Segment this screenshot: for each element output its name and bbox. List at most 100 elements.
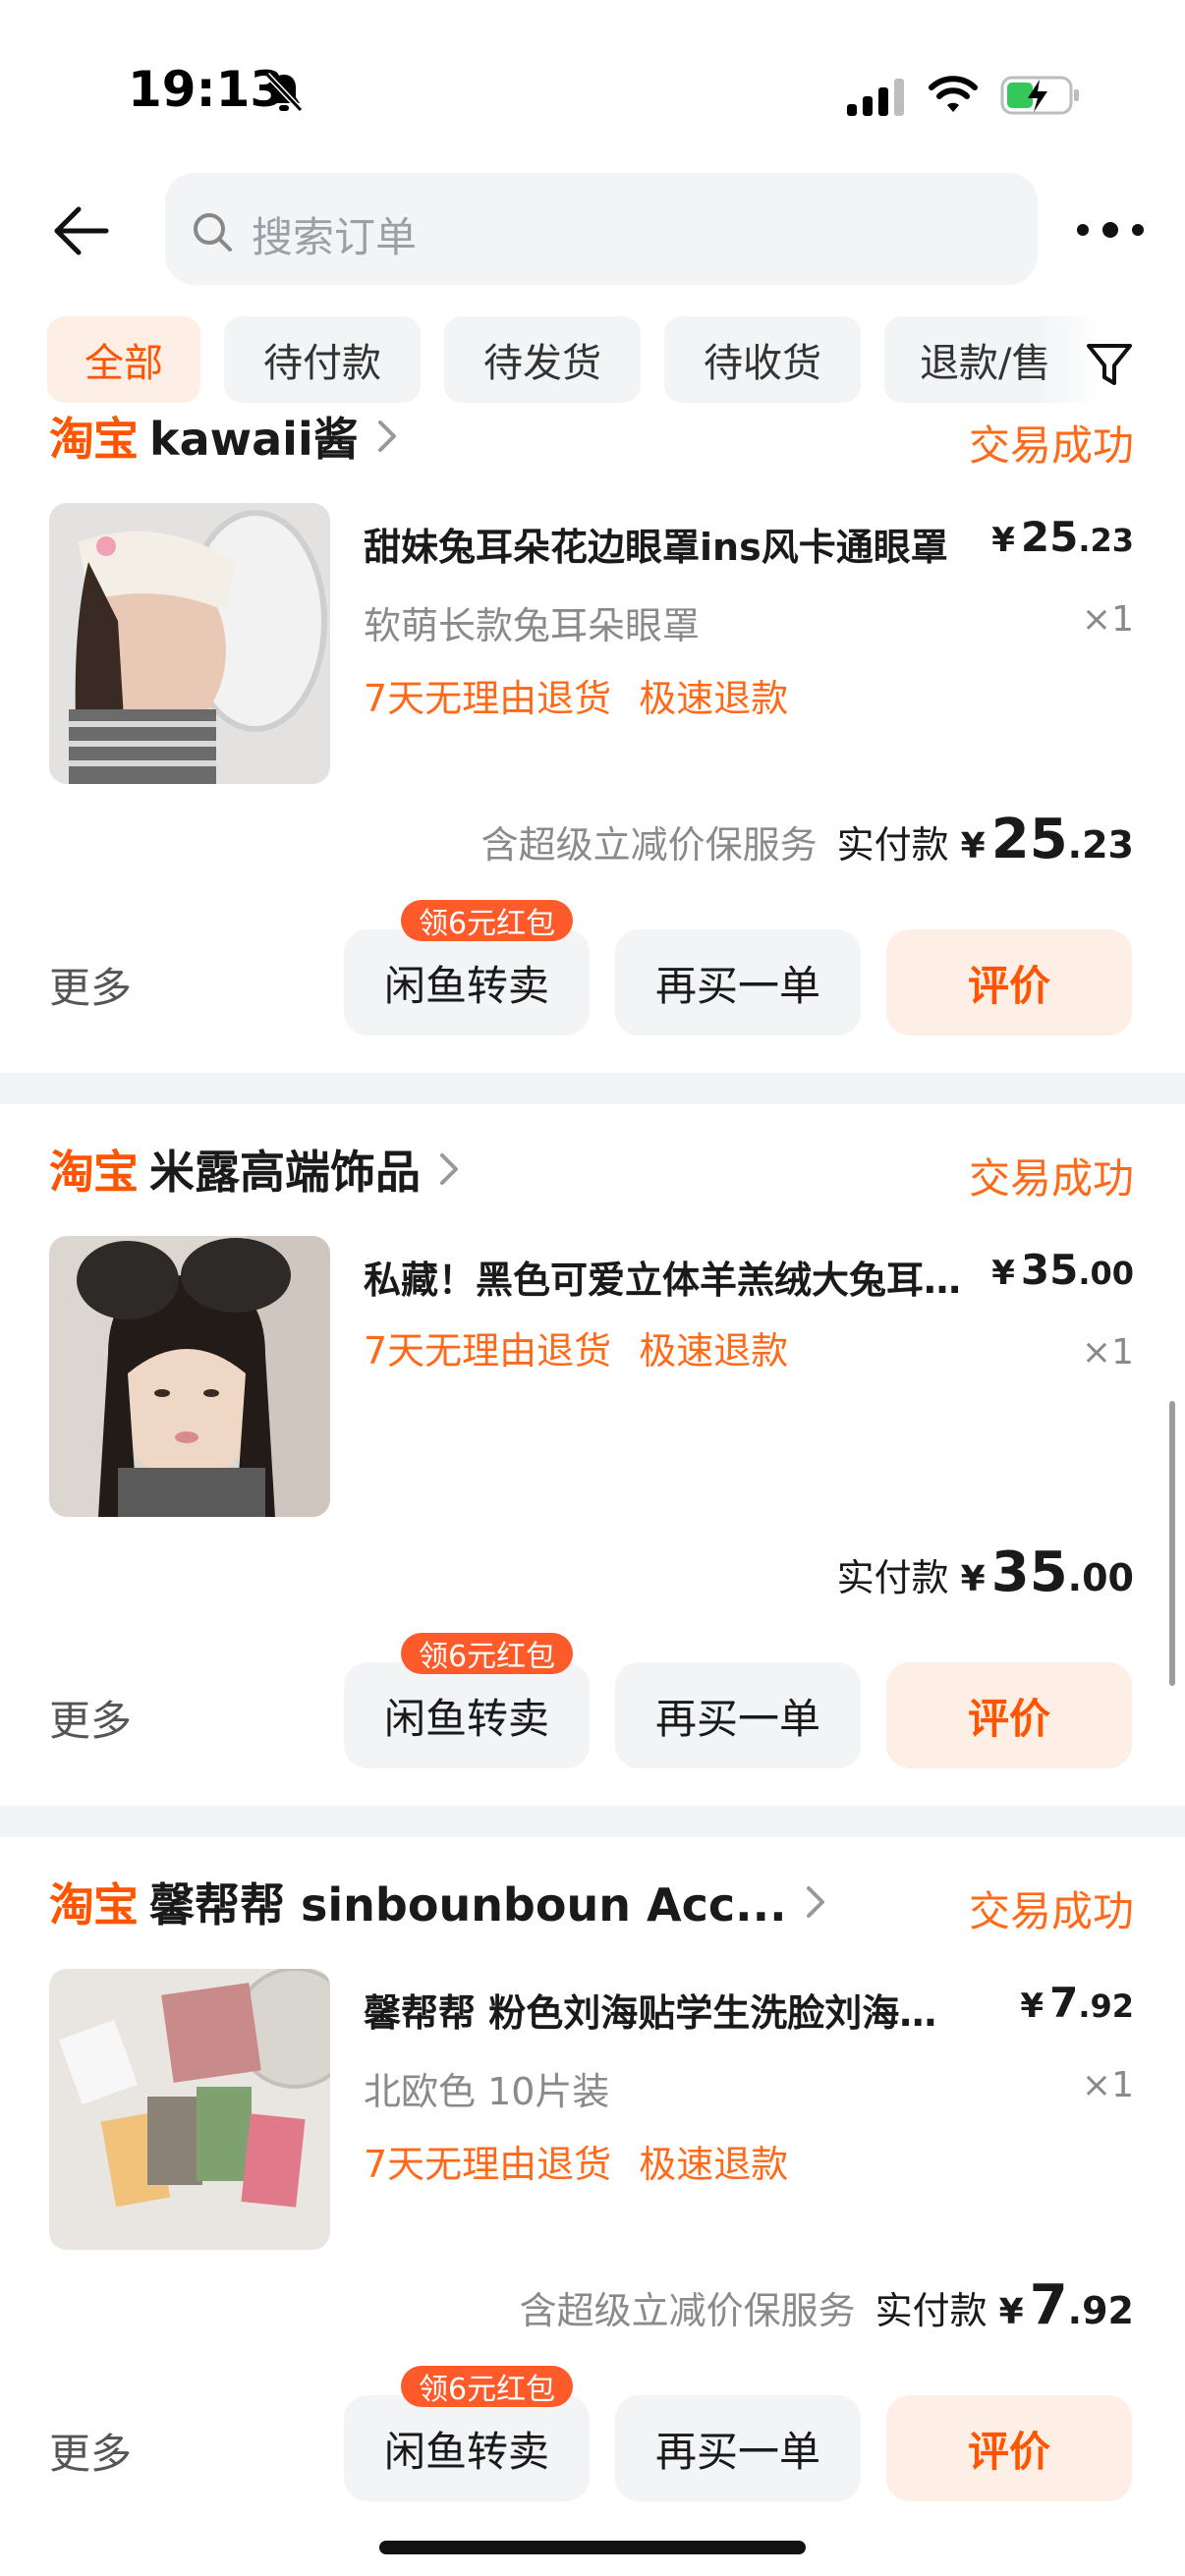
tab-pending-shipment[interactable]: 待发货 — [444, 316, 641, 403]
bell-slash-icon — [264, 72, 304, 113]
total-int: 7 — [1029, 2273, 1068, 2337]
rebuy-button[interactable]: 再买一单 — [615, 929, 861, 1036]
chevron-right-icon — [806, 1886, 824, 1918]
total-row: 实付款 ¥ 35 .00 — [837, 1540, 1134, 1604]
tag-refund: 极速退款 — [639, 677, 789, 720]
product-qty: ×1 — [1081, 599, 1134, 640]
total-row: 含超级立减价保服务 实付款 ¥ 7 .92 — [520, 2273, 1134, 2337]
product-sku: 软萌长款兔耳朵眼罩 — [364, 604, 701, 647]
tab-all[interactable]: 全部 — [47, 316, 200, 403]
order-status: 交易成功 — [968, 1887, 1134, 1935]
product-image[interactable] — [49, 1236, 330, 1517]
store-name: 馨帮帮 sinbounboun Acc... — [149, 1878, 787, 1932]
product-title[interactable]: 私藏！黑色可爱立体羊羔绒大兔耳朵发箍 — [364, 1250, 973, 1304]
product-price: ¥35.00 — [991, 1246, 1134, 1294]
rate-button[interactable]: 评价 — [886, 929, 1132, 1036]
total-int: 25 — [990, 808, 1068, 871]
resell-button[interactable]: 闲鱼转卖 — [344, 929, 590, 1036]
order-status: 交易成功 — [968, 421, 1134, 470]
price-protection-label: 含超级立减价保服务 — [480, 823, 818, 867]
total-dec: .00 — [1067, 1556, 1134, 1599]
price-int: 25 — [1020, 513, 1079, 561]
total-row: 含超级立减价保服务 实付款 ¥ 25 .23 — [481, 808, 1134, 871]
store-row[interactable]: 淘宝 kawaii酱 — [49, 407, 402, 466]
price-protection-label: 含超级立减价保服务 — [519, 2289, 856, 2332]
wifi-icon — [929, 76, 978, 112]
status-bar: 19:13 — [0, 0, 1185, 177]
tag-return: 7天无理由退货 — [364, 2143, 612, 2186]
product-sku: 北欧色 10片装 — [364, 2070, 610, 2113]
order-status: 交易成功 — [968, 1154, 1134, 1203]
order-tabs: 全部 待付款 待发货 待收货 退款/售 — [0, 316, 1185, 407]
more-button[interactable]: 更多 — [49, 955, 132, 1015]
more-dots-icon[interactable] — [1075, 216, 1146, 244]
price-int: 7 — [1049, 1979, 1079, 2027]
product-price: ¥25.23 — [991, 513, 1134, 561]
resell-button[interactable]: 闲鱼转卖 — [344, 2395, 590, 2501]
status-time: 19:13 — [128, 61, 285, 118]
product-image[interactable] — [49, 1969, 330, 2250]
tag-return: 7天无理由退货 — [364, 1329, 612, 1372]
currency-symbol: ¥ — [960, 1559, 986, 1599]
currency-symbol: ¥ — [991, 1254, 1015, 1293]
total-int: 35 — [990, 1540, 1068, 1604]
total-label: 实付款 — [836, 823, 949, 867]
red-packet-badge[interactable]: 领6元红包 — [401, 1633, 574, 1674]
currency-symbol: ¥ — [960, 826, 986, 867]
tab-pending-payment[interactable]: 待付款 — [224, 316, 421, 403]
resell-button[interactable]: 闲鱼转卖 — [344, 1662, 590, 1768]
service-tags: 7天无理由退货 极速退款 — [364, 2134, 788, 2188]
tag-refund: 极速退款 — [639, 1329, 789, 1372]
price-dec: .00 — [1078, 1255, 1134, 1292]
rebuy-button[interactable]: 再买一单 — [615, 1662, 861, 1768]
product-title[interactable]: 甜妹兔耳朵花边眼罩ins风卡通眼罩 — [364, 517, 973, 571]
taobao-logo: 淘宝 — [49, 413, 139, 466]
home-indicator[interactable] — [379, 2541, 806, 2554]
rebuy-button[interactable]: 再买一单 — [615, 2395, 861, 2501]
product-title[interactable]: 馨帮帮 粉色刘海贴学生洗脸刘海贴发帖 — [364, 1983, 973, 2037]
signal-icon — [847, 79, 904, 116]
scrollbar[interactable] — [1169, 1401, 1175, 1686]
search-input[interactable]: 搜索订单 — [165, 173, 1038, 285]
rate-button[interactable]: 评价 — [886, 2395, 1132, 2501]
tag-return: 7天无理由退货 — [364, 677, 612, 720]
currency-symbol: ¥ — [1020, 1987, 1044, 2026]
taobao-logo: 淘宝 — [49, 1146, 139, 1199]
total-dec: .92 — [1067, 2289, 1134, 2332]
order-card: 淘宝 馨帮帮 sinbounboun Acc... 交易成功 馨帮帮 粉色刘海贴… — [0, 1837, 1185, 2576]
store-row[interactable]: 淘宝 米露高端饰品 — [49, 1140, 464, 1199]
currency-symbol: ¥ — [998, 2292, 1024, 2332]
header: 搜索订单 — [0, 167, 1185, 295]
order-card: 淘宝 kawaii酱 交易成功 甜妹兔耳朵花边眼罩ins风卡通眼罩 ¥25.23… — [0, 407, 1185, 1073]
more-button[interactable]: 更多 — [49, 2421, 132, 2481]
more-button[interactable]: 更多 — [49, 1688, 132, 1748]
rate-button[interactable]: 评价 — [886, 1662, 1132, 1768]
red-packet-badge[interactable]: 领6元红包 — [401, 900, 574, 941]
store-name: kawaii酱 — [149, 413, 359, 466]
currency-symbol: ¥ — [991, 521, 1015, 560]
taobao-logo: 淘宝 — [49, 1878, 139, 1932]
arrow-left-icon[interactable] — [51, 200, 112, 261]
filter-icon[interactable] — [1083, 338, 1136, 391]
total-label: 实付款 — [836, 1556, 949, 1599]
total-dec: .23 — [1067, 823, 1134, 867]
search-placeholder: 搜索订单 — [252, 213, 418, 261]
product-price: ¥7.92 — [1020, 1979, 1134, 2027]
order-card: 淘宝 米露高端饰品 交易成功 私藏！黑色可爱立体羊羔绒大兔耳朵发箍 ¥35.00… — [0, 1104, 1185, 1806]
price-dec: .92 — [1078, 1988, 1134, 2025]
chevron-right-icon — [440, 1153, 458, 1185]
product-qty: ×1 — [1081, 1332, 1134, 1372]
total-label: 实付款 — [875, 2289, 988, 2332]
price-int: 35 — [1020, 1246, 1079, 1294]
order-divider — [0, 1073, 1185, 1104]
store-row[interactable]: 淘宝 馨帮帮 sinbounboun Acc... — [49, 1873, 830, 1932]
product-image[interactable] — [49, 503, 330, 784]
search-icon — [194, 213, 232, 252]
service-tags: 7天无理由退货 极速退款 — [364, 1320, 788, 1374]
store-name: 米露高端饰品 — [149, 1146, 421, 1199]
service-tags: 7天无理由退货 极速退款 — [364, 668, 788, 722]
tab-pending-receipt[interactable]: 待收货 — [664, 316, 861, 403]
battery-charging-icon — [1000, 76, 1079, 115]
chevron-right-icon — [377, 420, 396, 452]
red-packet-badge[interactable]: 领6元红包 — [401, 2366, 574, 2407]
